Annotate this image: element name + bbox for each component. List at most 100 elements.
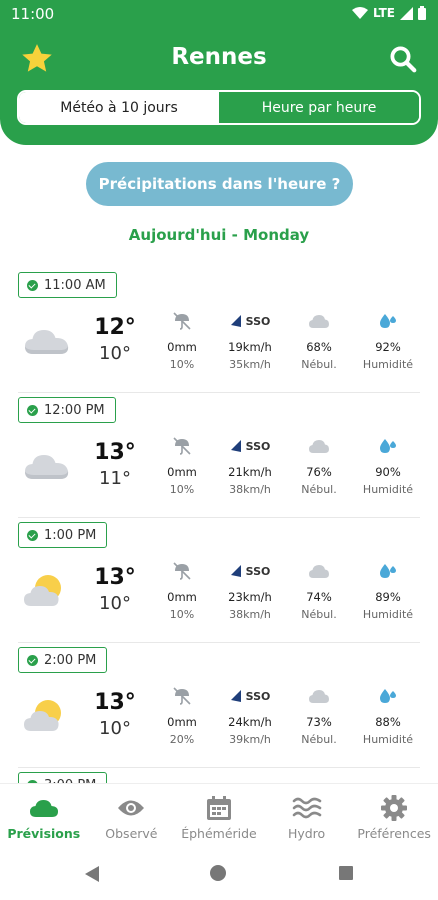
wind-arrow-icon bbox=[230, 315, 241, 327]
tab-10-day-forecast[interactable]: Météo à 10 jours bbox=[19, 92, 219, 123]
humidity-cell: 90% Humidité bbox=[353, 435, 423, 496]
nav-preferences[interactable]: Préférences bbox=[350, 784, 438, 846]
cloud-cover-cell: 74% Nébul. bbox=[284, 560, 354, 621]
hour-row[interactable]: 11:00 AM 12° 10° 0mm 10% SSO 19km/h 35km/h 68% Né… bbox=[0, 268, 438, 393]
waves-icon bbox=[292, 797, 321, 819]
precip-cell: 0mm 10% bbox=[147, 560, 217, 621]
hour-row[interactable]: 1:00 PM 13° 10° 0mm 10% SSO 23km/h 38km/h 74% Néb… bbox=[0, 518, 438, 643]
nav-hydro[interactable]: Hydro bbox=[263, 784, 351, 846]
cloudy-icon bbox=[25, 330, 69, 354]
home-icon[interactable] bbox=[210, 865, 226, 881]
temp-min: 10° bbox=[99, 718, 131, 739]
cloud-cover: 74% bbox=[306, 590, 332, 604]
calendar-icon bbox=[206, 796, 231, 820]
temp-min: 10° bbox=[99, 343, 131, 364]
precip-probability: 10% bbox=[169, 483, 195, 496]
no-umbrella-icon bbox=[173, 312, 191, 330]
humidity-label: Humidité bbox=[362, 733, 414, 746]
partly-cloudy-icon bbox=[24, 700, 61, 731]
network-label: LTE bbox=[372, 6, 395, 20]
precipitation-hour-button[interactable]: Précipitations dans l'heure ? bbox=[86, 162, 353, 206]
search-icon[interactable] bbox=[388, 44, 418, 74]
time-chip: 1:00 PM bbox=[18, 522, 108, 548]
wind-arrow-icon bbox=[230, 565, 241, 577]
wind-direction: SSO bbox=[245, 439, 271, 453]
hour-row[interactable]: 12:00 PM 13° 11° 0mm 10% SSO 21km/h 38km/h 76% Né… bbox=[0, 393, 438, 518]
battery-icon bbox=[418, 6, 426, 20]
humidity-icon bbox=[380, 564, 396, 578]
temp-max: 13° bbox=[94, 440, 136, 465]
status-icons: LTE bbox=[351, 6, 426, 20]
recent-apps-icon[interactable] bbox=[339, 866, 353, 880]
weather-icon bbox=[22, 320, 72, 360]
humidity-cell: 92% Humidité bbox=[353, 310, 423, 371]
cloud-cover-label: Nébul. bbox=[301, 483, 337, 496]
day-label: Aujourd'hui - Monday bbox=[128, 226, 310, 244]
system-navigation-bar bbox=[0, 846, 438, 900]
cloud-cover: 76% bbox=[306, 465, 332, 479]
time-chip: 2:00 PM bbox=[18, 647, 108, 673]
nav-forecasts[interactable]: Prévisions bbox=[0, 784, 88, 846]
humidity: 88% bbox=[375, 715, 401, 729]
weather-icon bbox=[22, 445, 72, 485]
no-umbrella-icon bbox=[173, 562, 191, 580]
eye-icon bbox=[118, 800, 145, 816]
tab-hourly-forecast[interactable]: Heure par heure bbox=[219, 92, 419, 123]
status-time: 11:00 bbox=[11, 5, 55, 23]
precip-mm: 0mm bbox=[167, 590, 197, 604]
cloud-cover: 68% bbox=[306, 340, 332, 354]
cloud-icon bbox=[29, 800, 58, 817]
humidity: 90% bbox=[375, 465, 401, 479]
wind-cell: SSO 19km/h 35km/h bbox=[215, 310, 285, 372]
wind-direction: SSO bbox=[245, 564, 271, 578]
city-title: Rennes bbox=[171, 44, 267, 70]
wind-direction: SSO bbox=[245, 689, 271, 703]
humidity-cell: 89% Humidité bbox=[353, 560, 423, 621]
forecast-mode-tabs: Météo à 10 jours Heure par heure bbox=[17, 90, 421, 125]
cloud-cover-cell: 76% Nébul. bbox=[284, 435, 354, 496]
hour-row[interactable]: 3:00 PM bbox=[0, 768, 438, 783]
precip-probability: 20% bbox=[169, 733, 195, 746]
cloud-cover-icon bbox=[309, 690, 329, 703]
wind-arrow-icon bbox=[230, 690, 241, 702]
temp-max: 12° bbox=[94, 315, 136, 340]
precip-probability: 10% bbox=[169, 358, 195, 371]
wind-gust: 35km/h bbox=[229, 358, 271, 371]
no-umbrella-icon bbox=[173, 437, 191, 455]
hour-time: 12:00 PM bbox=[44, 402, 105, 418]
precip-mm: 0mm bbox=[167, 465, 197, 479]
wifi-icon bbox=[351, 6, 368, 19]
cloud-cover: 73% bbox=[306, 715, 332, 729]
temp-max: 13° bbox=[94, 690, 136, 715]
wind-speed: 23km/h bbox=[228, 590, 272, 604]
clock-icon bbox=[27, 529, 38, 541]
gear-icon bbox=[381, 795, 408, 821]
hourly-list[interactable]: 11:00 AM 12° 10° 0mm 10% SSO 19km/h 35km/h 68% Né… bbox=[0, 268, 438, 783]
wind-gust: 39km/h bbox=[229, 733, 271, 746]
nav-ephemeris[interactable]: Éphéméride bbox=[175, 784, 263, 846]
humidity-label: Humidité bbox=[362, 358, 414, 371]
cloud-cover-cell: 73% Nébul. bbox=[284, 685, 354, 746]
hour-time: 2:00 PM bbox=[44, 652, 97, 668]
hour-time: 1:00 PM bbox=[44, 527, 97, 543]
wind-speed: 24km/h bbox=[228, 715, 272, 729]
wind-arrow-icon bbox=[230, 440, 241, 452]
precip-mm: 0mm bbox=[167, 715, 197, 729]
nav-observed[interactable]: Observé bbox=[88, 784, 176, 846]
nav-forecasts-label: Prévisions bbox=[7, 826, 81, 841]
clock-icon bbox=[27, 279, 38, 291]
wind-speed: 19km/h bbox=[228, 340, 272, 354]
wind-speed: 21km/h bbox=[228, 465, 272, 479]
temp-max: 13° bbox=[94, 565, 136, 590]
humidity-icon bbox=[380, 439, 396, 453]
no-umbrella-icon bbox=[173, 687, 191, 705]
humidity: 89% bbox=[375, 590, 401, 604]
precip-mm: 0mm bbox=[167, 340, 197, 354]
hour-row[interactable]: 2:00 PM 13° 10° 0mm 20% SSO 24km/h 39km/h 73% Néb… bbox=[0, 643, 438, 768]
humidity-cell: 88% Humidité bbox=[353, 685, 423, 746]
temp-min: 11° bbox=[99, 468, 131, 489]
precip-cell: 0mm 10% bbox=[147, 435, 217, 496]
hour-time: 11:00 AM bbox=[44, 277, 106, 293]
cloud-cover-icon bbox=[309, 440, 329, 453]
back-icon[interactable] bbox=[84, 865, 100, 883]
